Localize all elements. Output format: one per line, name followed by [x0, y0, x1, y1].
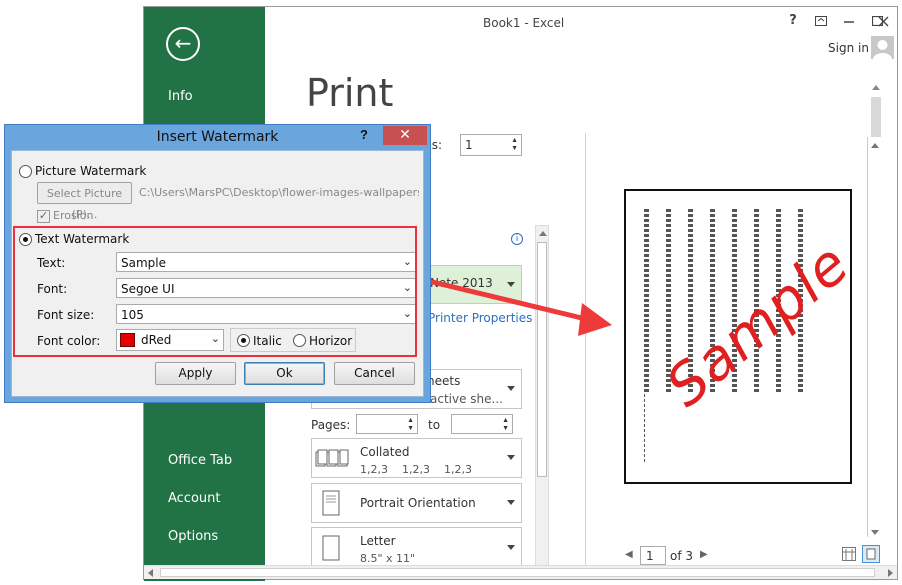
- highlight-box: [13, 226, 417, 357]
- apply-button[interactable]: Apply: [155, 362, 236, 385]
- cancel-button[interactable]: Cancel: [334, 362, 415, 385]
- dialog-help-button[interactable]: ?: [360, 127, 376, 142]
- dialog-close-button[interactable]: ✕: [383, 126, 427, 145]
- picture-watermark-label[interactable]: Picture Watermark: [35, 164, 146, 178]
- ok-button[interactable]: Ok: [244, 362, 325, 385]
- erosion-label: Erosion: [53, 209, 94, 222]
- erosion-checkbox[interactable]: ✓: [37, 210, 50, 223]
- select-picture-button[interactable]: Select Picture (P)...: [37, 182, 132, 221]
- picture-watermark-radio[interactable]: [19, 165, 32, 178]
- picture-path: C:\Users\MarsPC\Desktop\flower-images-wa…: [139, 186, 419, 199]
